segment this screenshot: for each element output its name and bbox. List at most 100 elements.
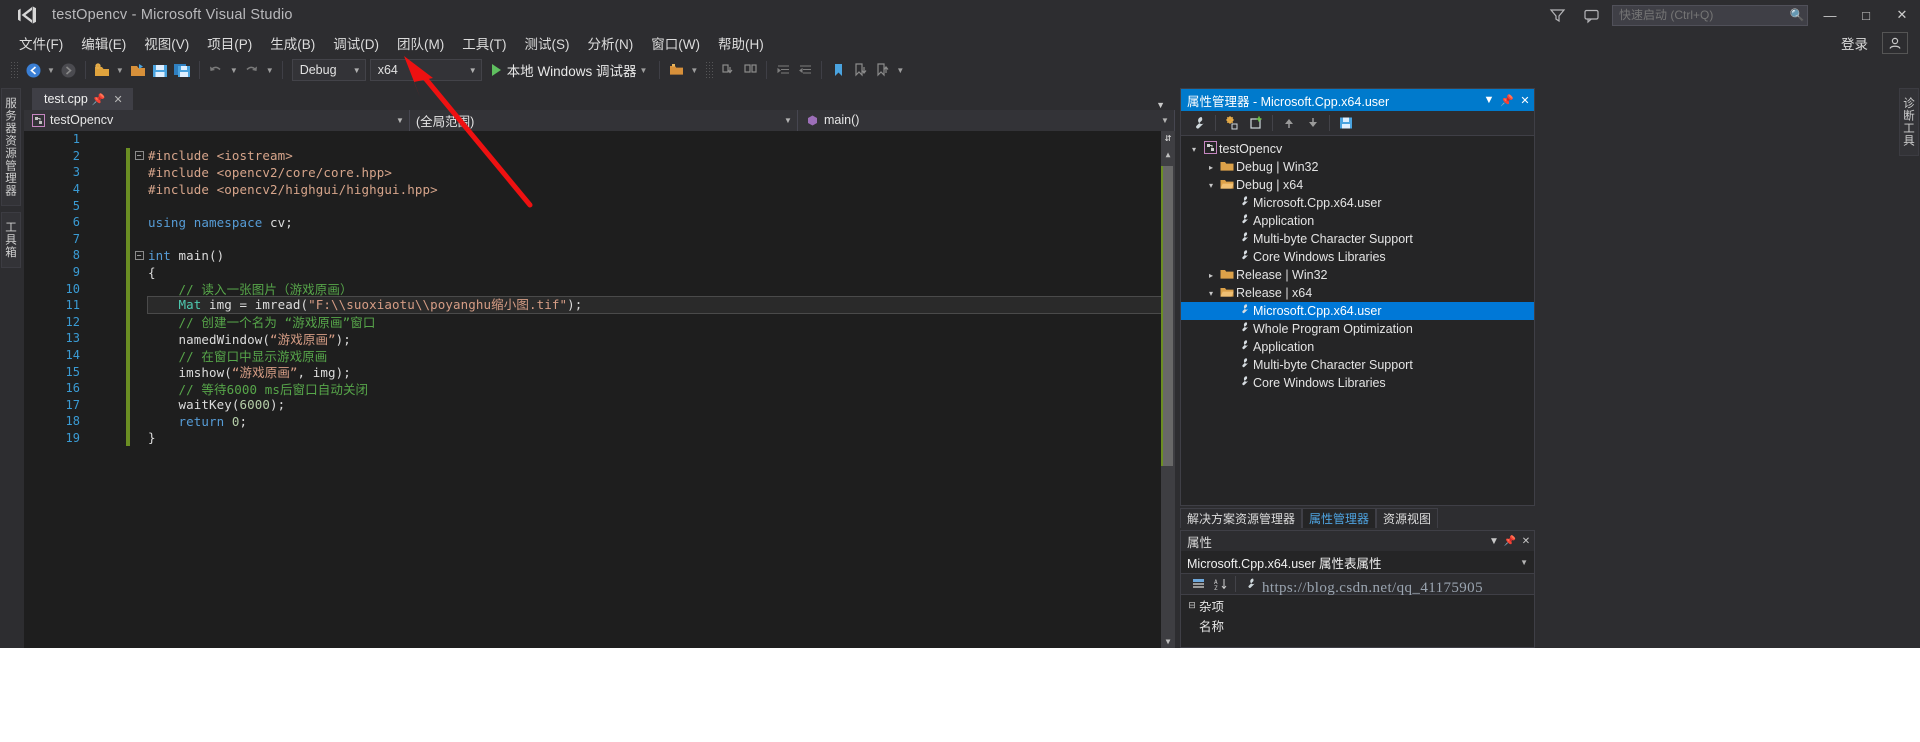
alphabetical-icon[interactable]: AZ bbox=[1209, 575, 1231, 593]
menu-debug[interactable]: 调试(D) bbox=[324, 30, 388, 56]
menu-team[interactable]: 团队(M) bbox=[388, 30, 453, 56]
menu-window[interactable]: 窗口(W) bbox=[642, 30, 709, 56]
collapse-icon[interactable]: ⊟ bbox=[1185, 600, 1199, 611]
code-line[interactable]: 7 bbox=[24, 230, 1175, 248]
code-line[interactable]: 16 // 等待6000 ms后窗口自动关闭 bbox=[24, 379, 1175, 397]
funnel-icon[interactable] bbox=[1540, 0, 1574, 30]
solution-platform-combo[interactable]: x64 ▼ bbox=[369, 59, 482, 81]
search-icon[interactable]: 🔍 bbox=[1787, 8, 1807, 22]
sign-in-button[interactable]: 登录 bbox=[1831, 30, 1878, 56]
code-line[interactable]: 1 bbox=[24, 131, 1175, 148]
tree-item-application[interactable]: Application bbox=[1181, 338, 1534, 356]
properties-object-selector[interactable]: Microsoft.Cpp.x64.user 属性表属性 ▼ bbox=[1181, 551, 1534, 573]
navbar-function-combo[interactable]: main() ▼ bbox=[798, 109, 1175, 131]
menu-view[interactable]: 视图(V) bbox=[135, 30, 198, 56]
chevron-down-icon[interactable]: ▼ bbox=[1486, 536, 1502, 547]
chevron-down-icon[interactable]: ▼ bbox=[1156, 100, 1175, 110]
chevron-down-icon[interactable]: ▼ bbox=[1156, 116, 1174, 125]
close-button[interactable]: ✕ bbox=[1884, 0, 1920, 30]
collapse-icon[interactable]: − bbox=[134, 151, 144, 161]
feedback-icon[interactable] bbox=[1574, 0, 1608, 30]
quick-launch-input[interactable] bbox=[1613, 8, 1787, 22]
sidebar-item-diagnostic-tools[interactable]: 诊断工具 bbox=[1899, 88, 1919, 156]
tree-item-microsoft-cpp-x64-user[interactable]: Microsoft.Cpp.x64.user bbox=[1181, 194, 1534, 212]
start-debugging-button[interactable]: 本地 Windows 调试器 ▼ bbox=[488, 59, 655, 81]
menu-edit[interactable]: 编辑(E) bbox=[72, 30, 135, 56]
add-new-project-property-sheet-icon[interactable] bbox=[1244, 113, 1268, 134]
indent-icon[interactable] bbox=[772, 59, 794, 81]
toolbar-grip[interactable] bbox=[10, 61, 18, 79]
tree-item-core-windows-libraries[interactable]: Core Windows Libraries bbox=[1181, 248, 1534, 266]
document-tab-test-cpp[interactable]: test.cpp 📌 ✕ bbox=[32, 88, 133, 110]
save-icon[interactable] bbox=[149, 59, 171, 81]
chevron-down-icon[interactable]: ▾ bbox=[1187, 145, 1201, 154]
tab-property-manager[interactable]: 属性管理器 bbox=[1302, 508, 1377, 528]
menu-build[interactable]: 生成(B) bbox=[261, 30, 324, 56]
code-line[interactable]: 5 bbox=[24, 197, 1175, 214]
redo-dropdown[interactable]: ▼ bbox=[263, 66, 277, 75]
bookmark-icon[interactable] bbox=[827, 59, 849, 81]
properties-grid[interactable]: ⊟ 杂项 名称 bbox=[1181, 595, 1534, 635]
menu-analyze[interactable]: 分析(N) bbox=[579, 30, 643, 56]
navigate-forward-icon[interactable] bbox=[58, 59, 80, 81]
navigate-back-dropdown[interactable]: ▼ bbox=[44, 66, 58, 75]
tree-item-testopencv[interactable]: ▾ testOpencv bbox=[1181, 140, 1534, 158]
tree-item-core-windows-libraries[interactable]: Core Windows Libraries bbox=[1181, 374, 1534, 392]
close-icon[interactable]: ✕ bbox=[1516, 94, 1534, 107]
open-file-icon[interactable] bbox=[127, 59, 149, 81]
code-line[interactable]: 14 // 在窗口中显示游戏原画 bbox=[24, 346, 1175, 364]
toolbar-grip-2[interactable] bbox=[705, 61, 714, 79]
tree-item-microsoft-cpp-x64-user[interactable]: Microsoft.Cpp.x64.user bbox=[1181, 302, 1534, 320]
chevron-down-icon[interactable]: ▼ bbox=[465, 66, 481, 75]
pin-icon[interactable]: 📌 bbox=[88, 93, 110, 106]
code-line[interactable]: 17 waitKey(6000); bbox=[24, 396, 1175, 414]
property-manager-tree[interactable]: ▾ testOpencv ▸ Debug | Win32 ▾ Debug | x64 Mic… bbox=[1181, 136, 1534, 484]
property-row[interactable]: 名称 bbox=[1181, 615, 1534, 635]
code-line[interactable]: 13 namedWindow(“游戏原画”); bbox=[24, 330, 1175, 347]
code-line[interactable]: 4 #include <opencv2/highgui/highgui.hpp> bbox=[24, 180, 1175, 198]
wrench-icon[interactable] bbox=[1187, 113, 1211, 134]
chevron-down-icon[interactable]: ▼ bbox=[1520, 558, 1534, 567]
fold-region-control[interactable]: − bbox=[130, 250, 148, 260]
tree-item-debug-x64[interactable]: ▾ Debug | x64 bbox=[1181, 176, 1534, 194]
tree-item-application[interactable]: Application bbox=[1181, 212, 1534, 230]
bookmark-prev-icon[interactable] bbox=[871, 59, 893, 81]
tree-item-whole-program-optimization[interactable]: Whole Program Optimization bbox=[1181, 320, 1534, 338]
step-over-icon[interactable] bbox=[739, 59, 761, 81]
account-icon[interactable] bbox=[1882, 32, 1908, 54]
code-line[interactable]: 15 imshow(“游戏原画”, img); bbox=[24, 363, 1175, 380]
navbar-project-combo[interactable]: testOpencv ▼ bbox=[24, 109, 410, 131]
code-line[interactable]: 18 return 0; bbox=[24, 413, 1175, 430]
tree-item-release-win32[interactable]: ▸ Release | Win32 bbox=[1181, 266, 1534, 284]
code-line[interactable]: 19} bbox=[24, 429, 1175, 447]
outdent-icon[interactable] bbox=[794, 59, 816, 81]
start-debugging-dropdown[interactable]: ▼ bbox=[636, 66, 650, 75]
chevron-down-icon[interactable]: ▼ bbox=[349, 66, 365, 75]
redo-icon[interactable] bbox=[241, 59, 263, 81]
bookmark-next-icon[interactable] bbox=[849, 59, 871, 81]
pin-icon[interactable]: 📌 bbox=[1502, 536, 1518, 547]
undo-dropdown[interactable]: ▼ bbox=[227, 66, 241, 75]
close-icon[interactable]: ✕ bbox=[109, 93, 126, 106]
maximize-button[interactable]: □ bbox=[1848, 0, 1884, 30]
chevron-down-icon[interactable]: ▼ bbox=[779, 116, 797, 125]
code-line[interactable]: 12 // 创建一个名为 “游戏原画”窗口 bbox=[24, 313, 1175, 330]
add-property-sheet-icon[interactable] bbox=[1220, 113, 1244, 134]
tab-solution-explorer[interactable]: 解决方案资源管理器 bbox=[1180, 508, 1303, 528]
quick-launch-box[interactable]: 🔍 bbox=[1612, 4, 1808, 26]
menu-tools[interactable]: 工具(T) bbox=[453, 30, 515, 56]
navbar-scope-combo[interactable]: (全局范围) ▼ bbox=[410, 109, 798, 131]
tree-item-multi-byte-character-support[interactable]: Multi-byte Character Support bbox=[1181, 230, 1534, 248]
save-all-icon[interactable] bbox=[171, 59, 194, 81]
code-line[interactable]: 10 // 读入一张图片（游戏原画） bbox=[24, 280, 1175, 297]
code-line[interactable]: 11 Mat img = imread("F:\\suoxiaotu\\poya… bbox=[24, 296, 1175, 315]
toolbar-overflow-button[interactable]: ▼ bbox=[893, 66, 907, 75]
tab-resource-view[interactable]: 资源视图 bbox=[1376, 508, 1439, 528]
chevron-down-icon[interactable]: ▼ bbox=[1480, 94, 1498, 106]
editor-vertical-scrollbar[interactable]: ▲ ▼ bbox=[1161, 148, 1175, 648]
tree-item-multi-byte-character-support[interactable]: Multi-byte Character Support bbox=[1181, 356, 1534, 374]
property-pages-icon[interactable] bbox=[1240, 575, 1262, 593]
navigate-back-icon[interactable] bbox=[22, 59, 44, 81]
code-line[interactable]: 3 #include <opencv2/core/core.hpp> bbox=[24, 164, 1175, 181]
chevron-down-icon[interactable]: ▾ bbox=[1204, 289, 1218, 298]
